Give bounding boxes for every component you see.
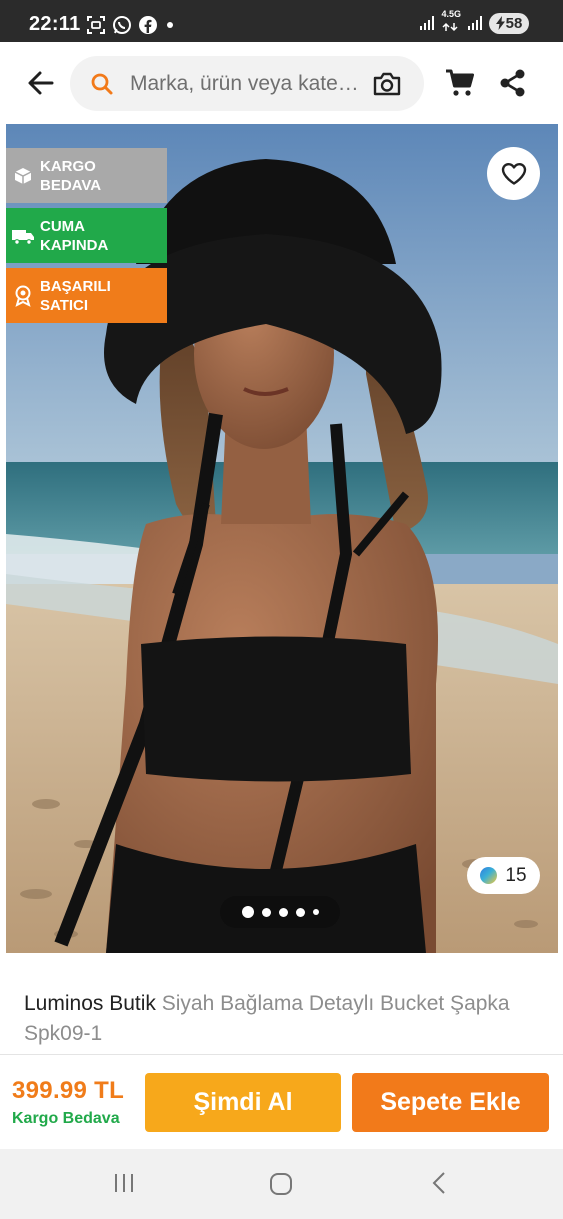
camera-icon[interactable] (372, 70, 402, 98)
search-icon (91, 73, 113, 95)
search-input[interactable]: Marka, ürün veya kategori ara (70, 56, 424, 111)
bottom-action-bar: 399.99 TL Kargo Bedava Şimdi Al Sepete E… (0, 1055, 563, 1149)
status-notification-icons (86, 15, 176, 35)
screenshot-icon (87, 16, 105, 34)
facebook-icon (139, 16, 157, 34)
network-icon: 4.5G (441, 8, 461, 37)
search-placeholder: Marka, ürün veya kategori ara (130, 72, 365, 95)
status-time: 22:11 (29, 13, 81, 35)
product-brand[interactable]: Luminos Butik (24, 992, 156, 1015)
pager-dot[interactable] (312, 909, 319, 915)
network-label: 4.5G (441, 8, 461, 19)
back-arrow-icon (28, 71, 54, 95)
buy-now-button[interactable]: Şimdi Al (145, 1073, 341, 1132)
box-icon (14, 167, 32, 184)
pager-dot[interactable] (278, 907, 288, 917)
battery-level: 58 (505, 14, 523, 32)
recent-apps-icon[interactable] (112, 1171, 136, 1195)
gallery-count: 15 (505, 864, 527, 886)
charging-bolt-icon (495, 16, 505, 30)
system-navigation-bar (0, 1149, 563, 1219)
shipping-note: Kargo Bedava (12, 1110, 120, 1127)
favorite-button[interactable] (487, 147, 540, 200)
product-image-carousel[interactable]: KARGO BEDAVA CUMA KAPINDA BAŞARILI SATIC… (6, 124, 558, 953)
dot-icon (167, 22, 173, 28)
status-system-icons: 4.5G 58 (419, 8, 529, 37)
pager-dot[interactable] (295, 907, 305, 917)
whatsapp-icon (113, 16, 131, 34)
data-arrows-icon (442, 22, 459, 31)
cart-icon[interactable] (444, 67, 476, 99)
truck-icon (12, 229, 34, 245)
back-button[interactable] (24, 66, 58, 100)
add-to-cart-button[interactable]: Sepete Ekle (352, 1073, 549, 1132)
badge-free-shipping: KARGO BEDAVA (6, 148, 167, 203)
product-title: Luminos Butik Siyah Bağlama Detaylı Buck… (24, 989, 544, 1049)
award-icon (15, 285, 31, 307)
badge-label: BAŞARILI SATICI (40, 277, 111, 314)
signal-icon (420, 16, 435, 30)
app-header: Marka, ürün veya kategori ara (0, 42, 563, 124)
product-price: 399.99 TL (12, 1077, 125, 1104)
badge-trusted-seller: BAŞARILI SATICI (6, 268, 167, 323)
pager-dot[interactable] (241, 906, 254, 918)
system-back-icon[interactable] (428, 1170, 450, 1196)
badge-label: KARGO BEDAVA (40, 157, 102, 194)
home-icon[interactable] (268, 1171, 294, 1197)
battery-icon: 58 (489, 12, 529, 34)
gallery-count-button[interactable]: 15 (467, 857, 540, 894)
status-bar: 22:11 4.5G 58 (0, 0, 563, 42)
badge-delivery-friday: CUMA KAPINDA (6, 208, 167, 263)
carousel-pager[interactable] (220, 896, 340, 928)
share-icon[interactable] (499, 68, 527, 98)
pager-dot[interactable] (261, 907, 271, 917)
signal-icon-2 (468, 16, 482, 30)
gallery-icon (480, 867, 498, 884)
heart-icon (501, 162, 526, 185)
badge-label: CUMA KAPINDA (40, 217, 109, 254)
